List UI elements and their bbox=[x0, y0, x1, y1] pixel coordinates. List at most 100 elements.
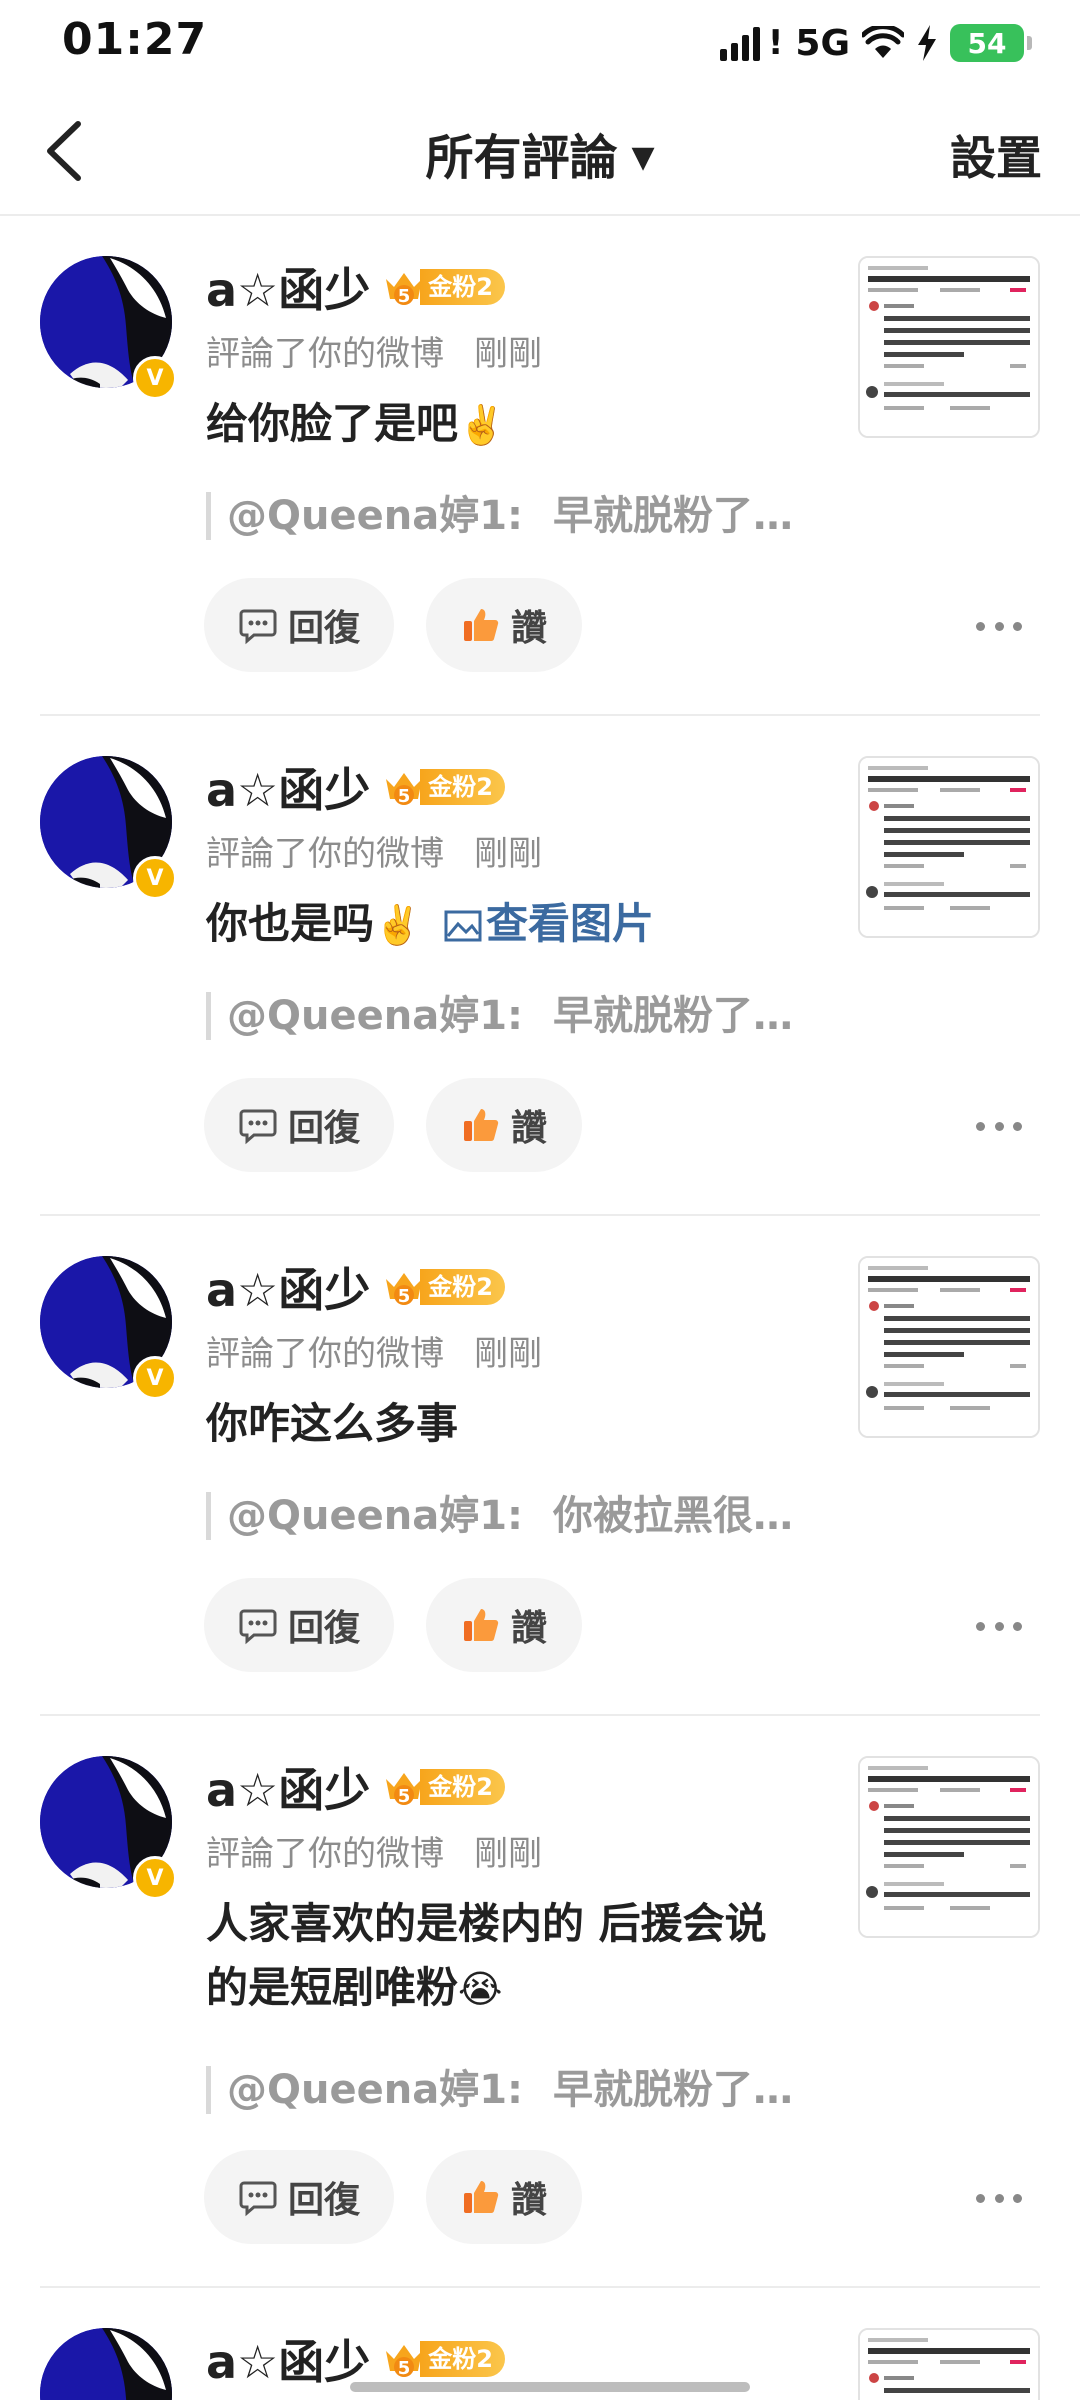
like-label: 讚 bbox=[510, 1608, 547, 1649]
quote-text: 早就脱粉了… bbox=[553, 993, 794, 1039]
comment-action: 評論了你的微博 bbox=[206, 834, 444, 874]
fan-badge[interactable]: 金粉2 bbox=[382, 267, 505, 307]
crown-icon bbox=[382, 2337, 426, 2381]
fan-badge-label: 金粉2 bbox=[420, 2341, 505, 2377]
like-button[interactable]: 讚 bbox=[426, 2150, 582, 2244]
crown-icon bbox=[382, 265, 426, 309]
like-button[interactable]: 讚 bbox=[426, 578, 582, 672]
charging-icon bbox=[918, 25, 936, 61]
victory-emoji: ✌️ bbox=[458, 403, 506, 447]
comment-card[interactable]: V a☆函少 金粉2 評論了你的微博 剛剛 你咋这么多事 @Queena婷1: 你被… bbox=[0, 1216, 1080, 1716]
quote-text: 早就脱粉了… bbox=[553, 493, 794, 539]
quote-user: @Queena婷1: bbox=[227, 993, 524, 1039]
comment-time: 剛剛 bbox=[474, 1834, 542, 1874]
comment-content: 给你脸了是吧 bbox=[206, 399, 459, 448]
comment-meta: 評論了你的微博 剛剛 bbox=[206, 326, 542, 375]
thumbs-up-icon bbox=[461, 1105, 501, 1145]
more-dots-icon[interactable] bbox=[976, 616, 1022, 636]
weibo-thumbnail[interactable] bbox=[858, 1756, 1040, 1938]
username-text: a☆函少 bbox=[206, 763, 371, 817]
comment-time: 剛剛 bbox=[474, 834, 542, 874]
reply-label: 回復 bbox=[287, 608, 360, 649]
comment-icon bbox=[238, 1105, 278, 1145]
username[interactable]: a☆函少 金粉2 bbox=[206, 1254, 505, 1320]
quote-user: @Queena婷1: bbox=[227, 2067, 524, 2113]
quoted-comment[interactable]: @Queena婷1: 早就脱粉了… bbox=[206, 492, 793, 540]
more-dots-icon[interactable] bbox=[976, 2188, 1022, 2208]
image-icon bbox=[444, 910, 482, 942]
quoted-comment[interactable]: @Queena婷1: 早就脱粉了… bbox=[206, 992, 793, 1040]
username-text: a☆函少 bbox=[206, 1263, 371, 1317]
comment-text[interactable]: 人家喜欢的是楼内的 后援会说的是短剧唯粉😭 bbox=[206, 1892, 786, 2021]
username[interactable]: a☆函少 金粉2 bbox=[206, 754, 505, 820]
thumbs-up-icon bbox=[461, 605, 501, 645]
comment-content: 你也是吗 bbox=[206, 899, 375, 948]
reply-button[interactable]: 回復 bbox=[204, 578, 394, 672]
reply-button[interactable]: 回復 bbox=[204, 1078, 394, 1172]
weibo-thumbnail[interactable] bbox=[858, 756, 1040, 938]
fan-badge[interactable]: 金粉2 bbox=[382, 2339, 505, 2379]
fan-badge[interactable]: 金粉2 bbox=[382, 767, 505, 807]
comment-action: 評論了你的微博 bbox=[206, 1334, 444, 1374]
quoted-comment[interactable]: @Queena婷1: 你被拉黑很… bbox=[206, 1492, 793, 1540]
view-image-link[interactable]: 查看图片 bbox=[444, 899, 654, 948]
verified-badge-icon: V bbox=[133, 1356, 177, 1400]
verified-badge-icon: V bbox=[133, 356, 177, 400]
crying-emoji: 😭 bbox=[458, 1967, 503, 2011]
quote-text: 早就脱粉了… bbox=[553, 2067, 794, 2113]
quoted-comment[interactable]: @Queena婷1: 早就脱粉了… bbox=[206, 2066, 793, 2114]
crown-icon bbox=[382, 765, 426, 809]
comment-card[interactable]: V a☆函少 金粉2 評論了你的微博 剛剛 人家喜欢的是楼内的 后援会说的是短剧唯… bbox=[0, 1716, 1080, 2288]
more-dots-icon[interactable] bbox=[976, 1116, 1022, 1136]
username[interactable]: a☆函少 金粉2 bbox=[206, 254, 505, 320]
status-bar: 01:27 ! 5G 54 bbox=[0, 0, 1080, 84]
reply-button[interactable]: 回復 bbox=[204, 1578, 394, 1672]
comment-card[interactable]: V a☆函少 金粉2 評論了你的微博 剛剛 给你脸了是吧✌️ @Queena婷1:… bbox=[0, 216, 1080, 716]
weibo-thumbnail[interactable] bbox=[858, 256, 1040, 438]
view-image-text: 查看图片 bbox=[485, 899, 654, 948]
verified-badge-icon: V bbox=[133, 856, 177, 900]
comment-card[interactable]: V a☆函少 金粉2 評論了你的微博 剛剛 你也是吗✌️ 查看图片 @Queena… bbox=[0, 716, 1080, 1216]
wifi-icon bbox=[862, 26, 904, 58]
page-title: 所有評論 bbox=[425, 130, 618, 186]
reply-button[interactable]: 回復 bbox=[204, 2150, 394, 2244]
username-text: a☆函少 bbox=[206, 1763, 371, 1817]
fan-badge-label: 金粉2 bbox=[420, 269, 505, 305]
fan-badge[interactable]: 金粉2 bbox=[382, 1267, 505, 1307]
weibo-thumbnail[interactable] bbox=[858, 1256, 1040, 1438]
comment-text[interactable]: 你也是吗✌️ 查看图片 bbox=[206, 892, 826, 957]
settings-button[interactable]: 設置 bbox=[950, 122, 1042, 188]
like-button[interactable]: 讚 bbox=[426, 1078, 582, 1172]
comment-meta: 評論了你的微博 剛剛 bbox=[206, 1826, 542, 1875]
fan-badge-label: 金粉2 bbox=[420, 1769, 505, 1805]
like-label: 讚 bbox=[510, 1108, 547, 1149]
comment-text[interactable]: 你咋这么多事 bbox=[206, 1392, 826, 1456]
quote-user: @Queena婷1: bbox=[227, 1493, 524, 1539]
avatar[interactable] bbox=[40, 2328, 172, 2400]
comment-text[interactable]: 给你脸了是吧✌️ bbox=[206, 392, 826, 457]
like-button[interactable]: 讚 bbox=[426, 1578, 582, 1672]
comment-time: 剛剛 bbox=[474, 334, 542, 374]
thumbs-up-icon bbox=[461, 2177, 501, 2217]
comment-meta: 評論了你的微博 剛剛 bbox=[206, 1326, 542, 1375]
weibo-thumbnail[interactable] bbox=[858, 2328, 1040, 2400]
quote-user: @Queena婷1: bbox=[227, 493, 524, 539]
reply-label: 回復 bbox=[287, 2180, 360, 2221]
thumbs-up-icon bbox=[461, 1605, 501, 1645]
more-dots-icon[interactable] bbox=[976, 1616, 1022, 1636]
nav-bar: 所有評論 ▼ 設置 bbox=[0, 90, 1080, 216]
filter-dropdown[interactable]: 所有評論 ▼ bbox=[0, 118, 1080, 188]
crown-icon bbox=[382, 1265, 426, 1309]
username-text: a☆函少 bbox=[206, 2335, 371, 2389]
crown-icon bbox=[382, 1765, 426, 1809]
signal-alert-icon: ! bbox=[767, 23, 784, 63]
comment-content: 你咋这么多事 bbox=[206, 1399, 459, 1448]
comment-icon bbox=[238, 605, 278, 645]
home-indicator[interactable] bbox=[350, 2382, 750, 2392]
username-text: a☆函少 bbox=[206, 263, 371, 317]
username[interactable]: a☆函少 金粉2 bbox=[206, 1754, 505, 1820]
signal-icon bbox=[719, 25, 760, 61]
fan-badge[interactable]: 金粉2 bbox=[382, 1767, 505, 1807]
reply-label: 回復 bbox=[287, 1608, 360, 1649]
comment-action: 評論了你的微博 bbox=[206, 1834, 444, 1874]
